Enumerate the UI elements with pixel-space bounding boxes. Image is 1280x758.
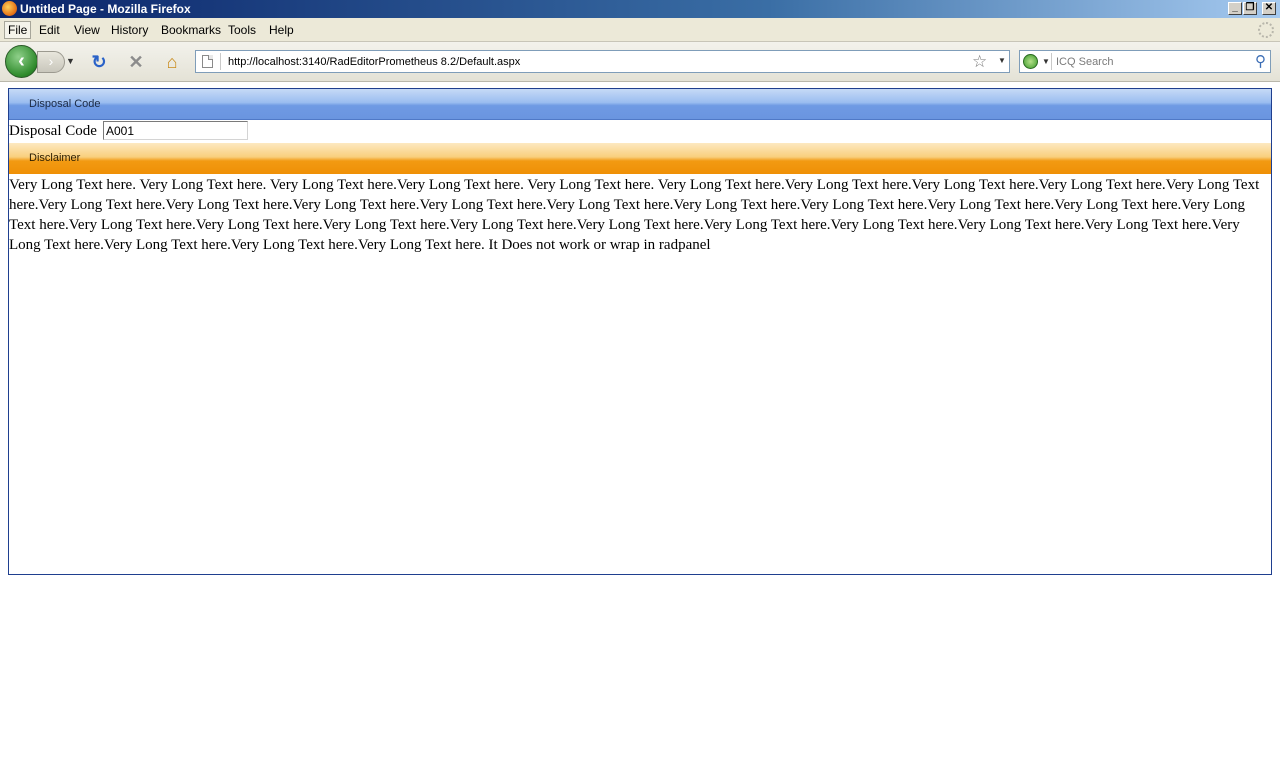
menu-tools[interactable]: Tools xyxy=(228,23,256,37)
menu-bookmarks[interactable]: Bookmarks xyxy=(161,23,221,37)
url-dropdown-icon[interactable]: ▼ xyxy=(998,56,1006,65)
forward-button[interactable]: › xyxy=(37,51,65,73)
disposal-code-row: Disposal Code xyxy=(9,120,1271,143)
bookmark-star-icon[interactable]: ☆ xyxy=(972,51,987,72)
url-input[interactable] xyxy=(228,53,958,70)
disposal-code-input[interactable] xyxy=(103,121,248,140)
back-button[interactable]: ‹ xyxy=(5,45,38,78)
panel-header-disclaimer[interactable]: Disclaimer xyxy=(9,143,1271,174)
search-icon[interactable]: ⚲ xyxy=(1255,52,1266,71)
search-input[interactable] xyxy=(1056,53,1246,70)
menu-help[interactable]: Help xyxy=(269,23,294,37)
minimize-button[interactable]: _ xyxy=(1228,2,1242,15)
firefox-icon xyxy=(2,1,17,16)
maximize-button[interactable]: ❐ xyxy=(1243,2,1257,15)
menu-history[interactable]: History xyxy=(111,23,148,37)
panel-header-disposal-code[interactable]: Disposal Code xyxy=(9,89,1271,120)
disposal-code-label: Disposal Code xyxy=(9,123,97,139)
page-icon xyxy=(202,55,213,68)
menu-file[interactable]: File xyxy=(4,21,32,39)
search-bar: ▼ ⚲ xyxy=(1019,50,1271,73)
menu-edit[interactable]: Edit xyxy=(39,23,60,37)
panel-header-label: Disclaimer xyxy=(29,152,81,164)
stop-icon[interactable]: ✕ xyxy=(126,52,146,72)
menu-view[interactable]: View xyxy=(74,23,100,37)
window-title: Untitled Page - Mozilla Firefox xyxy=(20,2,191,16)
disclaimer-text: Very Long Text here. Very Long Text here… xyxy=(9,177,1260,253)
reload-icon[interactable]: ↻ xyxy=(89,52,109,72)
panel-bar: Disposal Code Disposal Code Disclaimer V… xyxy=(8,88,1272,575)
menu-bar: File Edit View History Bookmarks Tools H… xyxy=(0,18,1280,42)
close-button[interactable]: ✕ xyxy=(1262,2,1276,15)
search-engine-dropdown-icon[interactable]: ▼ xyxy=(1042,57,1050,66)
panel-header-label: Disposal Code xyxy=(29,98,101,110)
home-icon[interactable]: ⌂ xyxy=(162,52,182,72)
window-title-bar: Untitled Page - Mozilla Firefox _ ❐ ✕ xyxy=(0,0,1280,18)
url-bar: ☆ ▼ xyxy=(195,50,1010,73)
history-dropdown-icon[interactable]: ▼ xyxy=(66,56,75,66)
throbber-icon xyxy=(1258,22,1274,38)
icq-search-engine-icon[interactable] xyxy=(1023,54,1038,69)
